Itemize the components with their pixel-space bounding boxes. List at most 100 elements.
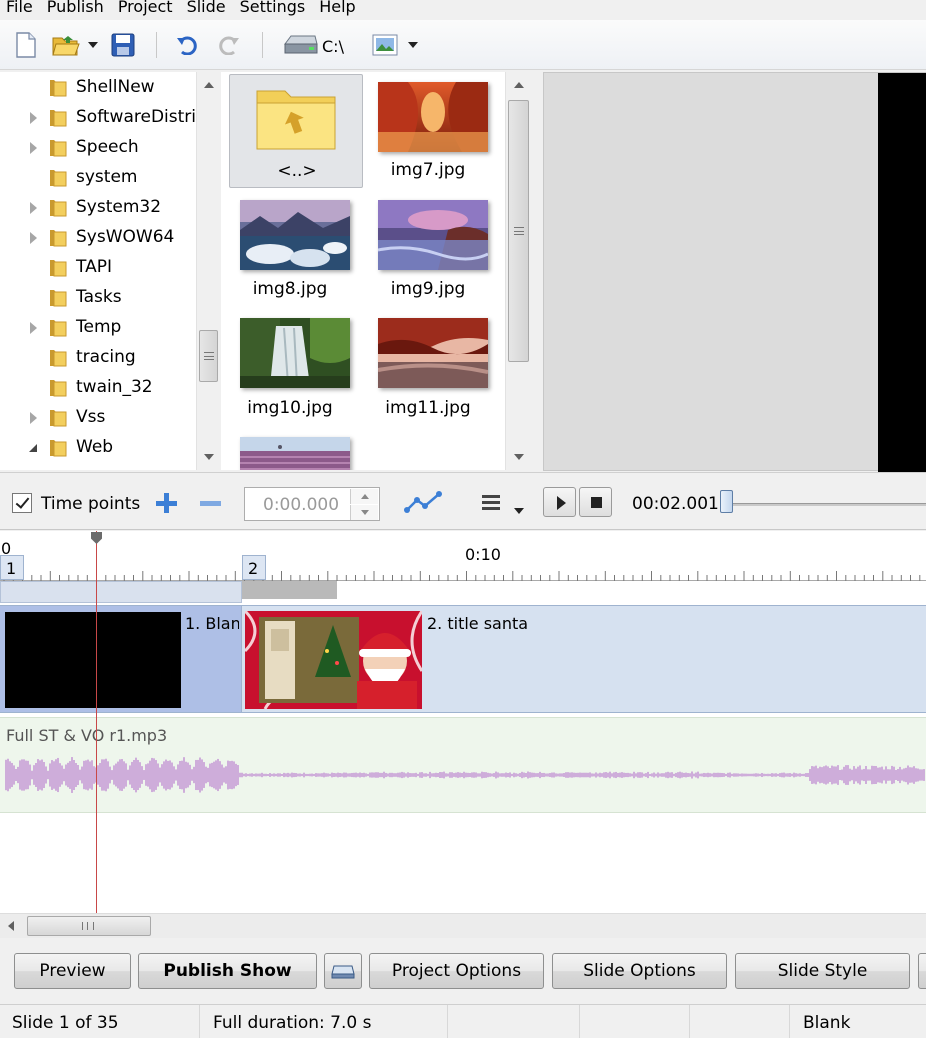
time-points-checkbox[interactable] xyxy=(12,493,32,513)
expand-arrow-icon[interactable] xyxy=(30,202,37,214)
tree-item[interactable]: System32 xyxy=(0,193,196,223)
tree-item[interactable]: Vss xyxy=(0,403,196,433)
spin-up-icon[interactable] xyxy=(350,489,378,504)
undo-icon[interactable] xyxy=(172,30,202,60)
menu-file[interactable]: File xyxy=(0,0,41,15)
publish-show-button[interactable]: Publish Show xyxy=(138,953,317,989)
tree-item-label: Temp xyxy=(76,317,122,337)
dropdown-arrow-icon[interactable] xyxy=(514,499,526,514)
scroll-down-arrow-icon[interactable] xyxy=(513,454,524,460)
image-view-icon[interactable] xyxy=(370,30,400,60)
slide-options-button[interactable]: Slide Options xyxy=(552,953,727,989)
remove-point-icon[interactable] xyxy=(198,491,224,515)
menu-settings[interactable]: Settings xyxy=(234,0,314,15)
preview-button[interactable]: Preview xyxy=(14,953,131,989)
tree-item[interactable]: Tasks xyxy=(0,283,196,313)
stop-button[interactable] xyxy=(579,487,612,517)
menu-project[interactable]: Project xyxy=(112,0,181,15)
status-cell-empty xyxy=(580,1005,690,1038)
spin-down-icon[interactable] xyxy=(350,505,378,520)
save-icon[interactable] xyxy=(108,30,138,60)
new-file-icon[interactable] xyxy=(12,30,40,60)
list-menu-icon[interactable] xyxy=(480,491,504,515)
scroll-up-arrow-icon[interactable] xyxy=(203,82,214,88)
tree-item[interactable]: Speech xyxy=(0,133,196,163)
slide-marker-2[interactable]: 2 xyxy=(242,555,266,580)
tree-item[interactable]: Temp xyxy=(0,313,196,343)
slides-track: 1. Blanl xyxy=(0,605,926,713)
tree-item[interactable]: tracing xyxy=(0,343,196,373)
menu-help[interactable]: Help xyxy=(313,0,363,15)
expanded-arrow-icon[interactable] xyxy=(29,444,37,452)
folder-icon xyxy=(48,289,68,307)
scroll-thumb[interactable] xyxy=(199,330,218,382)
drive-label[interactable]: C:\ xyxy=(322,37,344,56)
expand-arrow-icon[interactable] xyxy=(30,322,37,334)
scroll-thumb[interactable] xyxy=(27,916,151,936)
file-item-img11[interactable]: img11.jpg xyxy=(361,312,495,426)
time-points-label: Time points xyxy=(41,494,141,514)
tree-item-label: TAPI xyxy=(76,257,112,277)
project-options-button[interactable]: Project Options xyxy=(369,953,544,989)
scroll-thumb[interactable] xyxy=(508,100,529,362)
file-item-img7[interactable]: img7.jpg xyxy=(361,74,495,188)
position-slider-knob[interactable] xyxy=(720,490,733,513)
slide-clip-1[interactable]: 1. Blanl xyxy=(0,606,242,712)
expand-arrow-icon[interactable] xyxy=(30,232,37,244)
file-item-img10[interactable]: img10.jpg xyxy=(223,312,357,426)
slide-clip-2[interactable]: 2. title santa xyxy=(243,606,926,712)
image-thumbnail xyxy=(240,200,350,270)
menu-slide[interactable]: Slide xyxy=(181,0,234,15)
tree-item[interactable]: system xyxy=(0,163,196,193)
scroll-down-arrow-icon[interactable] xyxy=(203,454,214,460)
tree-item[interactable]: Web xyxy=(0,433,196,463)
dropdown-arrow-icon[interactable] xyxy=(86,30,100,60)
folder-icon xyxy=(48,409,68,427)
tree-item-label: SoftwareDistrib xyxy=(76,107,196,127)
slide-marker-1[interactable]: 1 xyxy=(0,555,24,580)
add-point-icon[interactable] xyxy=(154,491,180,515)
time-value-input[interactable]: 0:00.000 xyxy=(244,487,380,521)
tree-item[interactable]: ShellNew xyxy=(0,73,196,103)
expand-arrow-icon[interactable] xyxy=(30,142,37,154)
folder-tree-scrollbar[interactable] xyxy=(196,72,220,470)
publish-options-button[interactable] xyxy=(324,953,362,989)
tree-item[interactable]: TAPI xyxy=(0,253,196,283)
file-item-img8[interactable]: img8.jpg xyxy=(223,193,357,307)
expand-arrow-icon[interactable] xyxy=(30,112,37,124)
more-button[interactable] xyxy=(918,953,926,989)
tree-item[interactable]: SoftwareDistrib xyxy=(0,103,196,133)
audio-track[interactable]: Full ST & VO r1.mp3 xyxy=(0,717,926,813)
menu-publish[interactable]: Publish xyxy=(41,0,112,15)
file-item-img9[interactable]: img9.jpg xyxy=(361,193,495,307)
image-thumbnail xyxy=(240,437,350,470)
ruler-label: 0:10 xyxy=(465,545,501,564)
redo-icon[interactable] xyxy=(214,30,244,60)
slide-style-button[interactable]: Slide Style xyxy=(735,953,910,989)
file-item-parent[interactable]: <..> xyxy=(229,74,363,188)
tree-item[interactable] xyxy=(0,463,196,470)
position-slider-track[interactable] xyxy=(722,503,926,506)
dropdown-arrow-icon[interactable] xyxy=(406,30,420,60)
folder-icon xyxy=(58,469,78,470)
time-ruler[interactable]: 0 0:10 1 2 xyxy=(0,531,926,581)
open-folder-icon[interactable] xyxy=(50,30,82,60)
tree-item[interactable]: SysWOW64 xyxy=(0,223,196,253)
file-item-partial[interactable] xyxy=(223,431,357,470)
timeline[interactable]: 0 0:10 1 2 1. Blanl xyxy=(0,531,926,913)
timeline-scrollbar[interactable] xyxy=(0,913,926,938)
file-browser-scrollbar[interactable] xyxy=(505,72,531,470)
scroll-up-arrow-icon[interactable] xyxy=(513,82,524,88)
folder-icon xyxy=(48,379,68,397)
tree-item[interactable]: twain_32 xyxy=(0,373,196,403)
drive-icon[interactable] xyxy=(282,30,320,60)
tree-item-label: twain_32 xyxy=(76,377,153,397)
image-thumbnail xyxy=(378,82,488,152)
playhead-line[interactable] xyxy=(96,531,97,913)
curve-icon[interactable] xyxy=(404,491,444,515)
play-button[interactable] xyxy=(543,487,576,517)
scroll-left-arrow-icon[interactable] xyxy=(8,921,14,931)
expand-arrow-icon[interactable] xyxy=(30,412,37,424)
status-slide-count: Slide 1 of 35 xyxy=(0,1005,200,1038)
preview-frame xyxy=(878,73,926,472)
